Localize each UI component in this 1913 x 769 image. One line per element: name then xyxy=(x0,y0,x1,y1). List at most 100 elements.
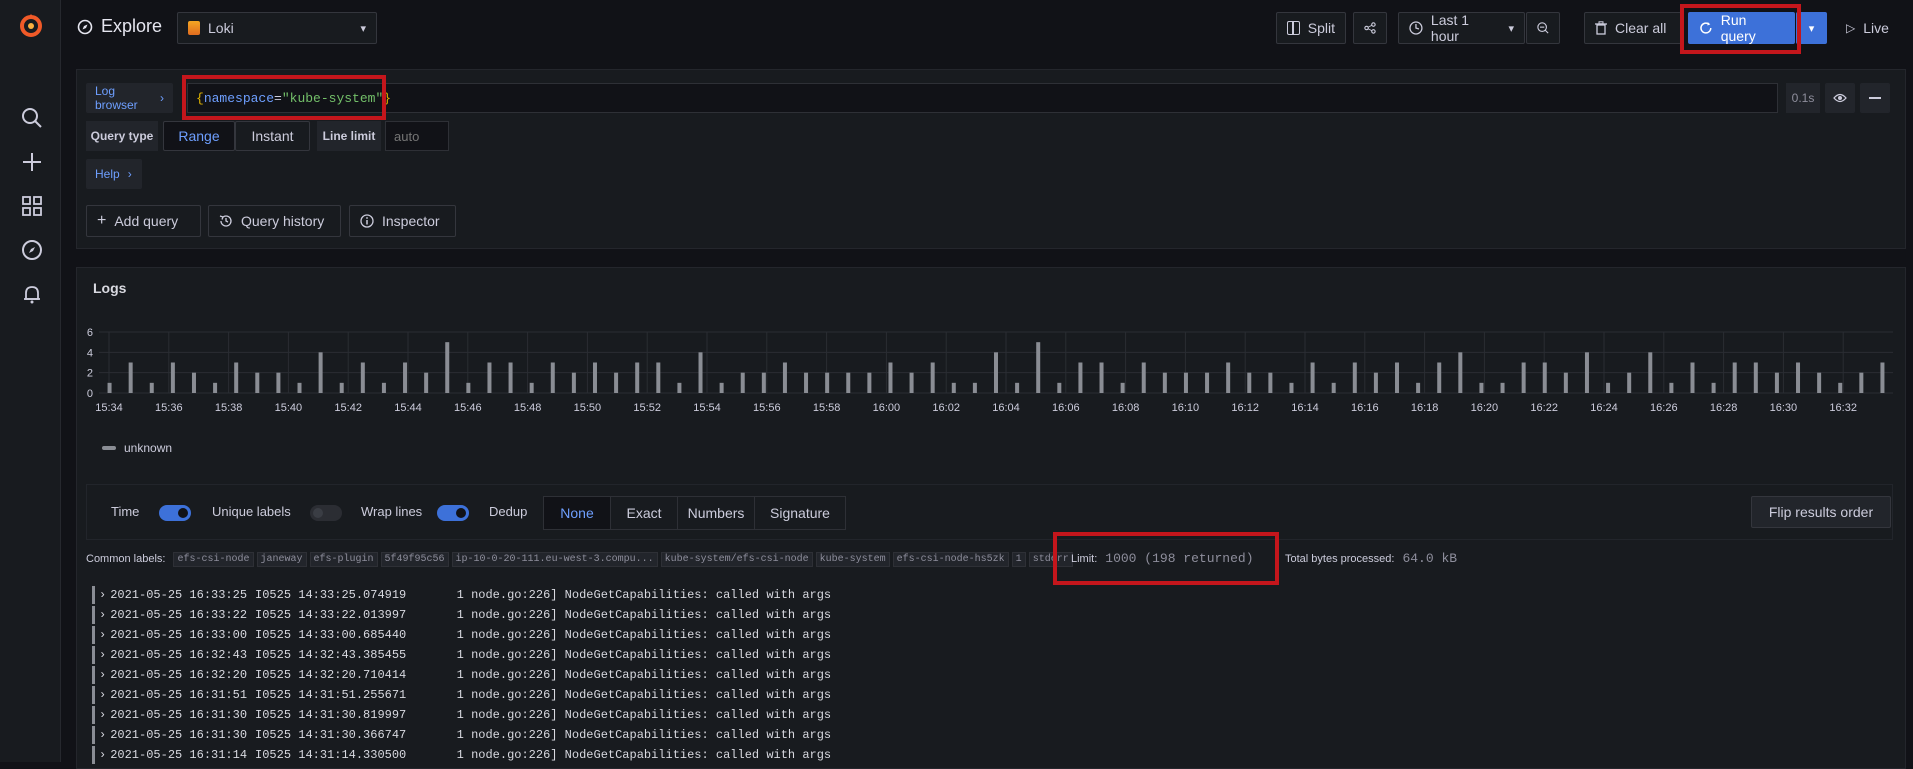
volume-bar[interactable] xyxy=(529,382,534,393)
compass-icon[interactable] xyxy=(18,236,46,264)
volume-bar[interactable] xyxy=(782,362,787,394)
volume-bar[interactable] xyxy=(1057,382,1062,393)
volume-bar[interactable] xyxy=(234,362,239,394)
volume-bar[interactable] xyxy=(1373,372,1378,393)
volume-bar[interactable] xyxy=(677,382,682,393)
dedup-none[interactable]: None xyxy=(544,497,610,529)
volume-bar[interactable] xyxy=(867,372,872,393)
volume-bar[interactable] xyxy=(1753,362,1758,394)
volume-bar[interactable] xyxy=(656,362,661,394)
volume-bar[interactable] xyxy=(1669,382,1674,393)
log-row[interactable]: › 2021-05-25 16:31:30 I0525 14:31:30.36674… xyxy=(92,725,831,745)
volume-bar[interactable] xyxy=(1437,362,1442,394)
time-range-picker[interactable]: Last 1 hour ▾ xyxy=(1398,12,1525,44)
chevron-right-icon[interactable]: › xyxy=(99,668,106,682)
volume-bar[interactable] xyxy=(487,362,492,394)
volume-bar[interactable] xyxy=(1542,362,1547,394)
share-button[interactable] xyxy=(1353,12,1387,44)
log-row[interactable]: › 2021-05-25 16:31:51 I0525 14:31:51.25567… xyxy=(92,685,831,705)
volume-bar[interactable] xyxy=(1880,362,1885,394)
volume-bar[interactable] xyxy=(635,362,640,394)
volume-bar[interactable] xyxy=(1268,372,1273,393)
volume-bar[interactable] xyxy=(761,372,766,393)
volume-bar[interactable] xyxy=(951,382,956,393)
volume-bar[interactable] xyxy=(592,362,597,394)
grafana-logo-icon[interactable] xyxy=(17,12,45,40)
search-icon[interactable] xyxy=(18,104,46,132)
log-row[interactable]: › 2021-05-25 16:33:25 I0525 14:33:25.07491… xyxy=(92,585,831,605)
datasource-picker[interactable]: Loki ▾ xyxy=(177,12,377,44)
chevron-right-icon[interactable]: › xyxy=(99,728,106,742)
chart-legend[interactable]: unknown xyxy=(102,441,172,455)
volume-bar[interactable] xyxy=(740,372,745,393)
volume-bar[interactable] xyxy=(888,362,893,394)
volume-bar[interactable] xyxy=(825,372,830,393)
volume-bar[interactable] xyxy=(909,372,914,393)
volume-bar[interactable] xyxy=(508,362,513,394)
time-toggle[interactable] xyxy=(159,505,191,521)
volume-bar[interactable] xyxy=(994,352,998,393)
chevron-right-icon[interactable]: › xyxy=(99,608,106,622)
toggle-visibility-button[interactable] xyxy=(1825,83,1855,113)
volume-bar[interactable] xyxy=(1458,352,1463,393)
remove-query-button[interactable] xyxy=(1860,83,1890,113)
volume-bar[interactable] xyxy=(1606,382,1611,393)
volume-bar[interactable] xyxy=(614,372,619,393)
volume-bar[interactable] xyxy=(1289,382,1294,393)
volume-bar[interactable] xyxy=(804,372,809,393)
log-row[interactable]: › 2021-05-25 16:32:43 I0525 14:32:43.38545… xyxy=(92,645,831,665)
volume-bar[interactable] xyxy=(1162,372,1167,393)
volume-bar[interactable] xyxy=(403,362,408,394)
volume-bar[interactable] xyxy=(1036,342,1041,393)
volume-bar[interactable] xyxy=(972,382,977,393)
volume-bar[interactable] xyxy=(1817,372,1822,393)
query-type-instant[interactable]: Instant xyxy=(235,121,310,151)
volume-bar[interactable] xyxy=(213,382,218,393)
volume-bar[interactable] xyxy=(698,352,703,393)
log-row[interactable]: › 2021-05-25 16:31:30 I0525 14:31:30.81999… xyxy=(92,705,831,725)
volume-bar[interactable] xyxy=(170,362,175,394)
volume-bar[interactable] xyxy=(1732,362,1737,394)
volume-bar[interactable] xyxy=(149,382,154,393)
log-row[interactable]: › 2021-05-25 16:33:00 I0525 14:33:00.68544… xyxy=(92,625,831,645)
volume-bar[interactable] xyxy=(1331,382,1336,393)
inspector-button[interactable]: Inspector xyxy=(349,205,456,237)
dedup-signature[interactable]: Signature xyxy=(754,497,845,529)
volume-bar[interactable] xyxy=(1796,362,1801,394)
clear-all-button[interactable]: Clear all xyxy=(1584,12,1683,44)
chevron-right-icon[interactable]: › xyxy=(99,748,106,762)
volume-bar[interactable] xyxy=(1648,352,1653,393)
volume-bar[interactable] xyxy=(1774,372,1779,393)
volume-bar[interactable] xyxy=(381,382,386,393)
volume-bar[interactable] xyxy=(1521,362,1526,394)
volume-bar[interactable] xyxy=(445,342,450,393)
volume-bar[interactable] xyxy=(1416,382,1421,393)
live-button[interactable]: ▷ Live xyxy=(1836,12,1898,44)
help-button[interactable]: Help › xyxy=(86,159,142,189)
volume-bar[interactable] xyxy=(466,382,471,393)
volume-bar[interactable] xyxy=(1859,372,1864,393)
volume-bar[interactable] xyxy=(1690,362,1695,394)
volume-bar[interactable] xyxy=(719,382,724,393)
volume-bar[interactable] xyxy=(107,382,112,393)
volume-bar[interactable] xyxy=(1141,362,1146,394)
volume-bar[interactable] xyxy=(1479,382,1484,393)
volume-bar[interactable] xyxy=(571,372,576,393)
volume-bar[interactable] xyxy=(1015,382,1020,393)
dedup-numbers[interactable]: Numbers xyxy=(677,497,754,529)
query-type-range[interactable]: Range xyxy=(163,121,235,151)
volume-bar[interactable] xyxy=(1500,382,1505,393)
volume-bar[interactable] xyxy=(846,372,851,393)
chevron-right-icon[interactable]: › xyxy=(99,688,106,702)
plus-icon[interactable] xyxy=(18,148,46,176)
log-browser-button[interactable]: Log browser › xyxy=(86,83,173,113)
volume-bar[interactable] xyxy=(1838,382,1843,393)
query-history-button[interactable]: Query history xyxy=(208,205,341,237)
dashboards-icon[interactable] xyxy=(18,192,46,220)
volume-bar[interactable] xyxy=(1627,372,1632,393)
volume-bar[interactable] xyxy=(1395,362,1400,394)
log-row[interactable]: › 2021-05-25 16:31:14 I0525 14:31:14.33050… xyxy=(92,745,831,765)
volume-bar[interactable] xyxy=(1584,352,1589,393)
volume-bar[interactable] xyxy=(191,372,196,393)
unique-labels-toggle[interactable] xyxy=(310,505,342,521)
